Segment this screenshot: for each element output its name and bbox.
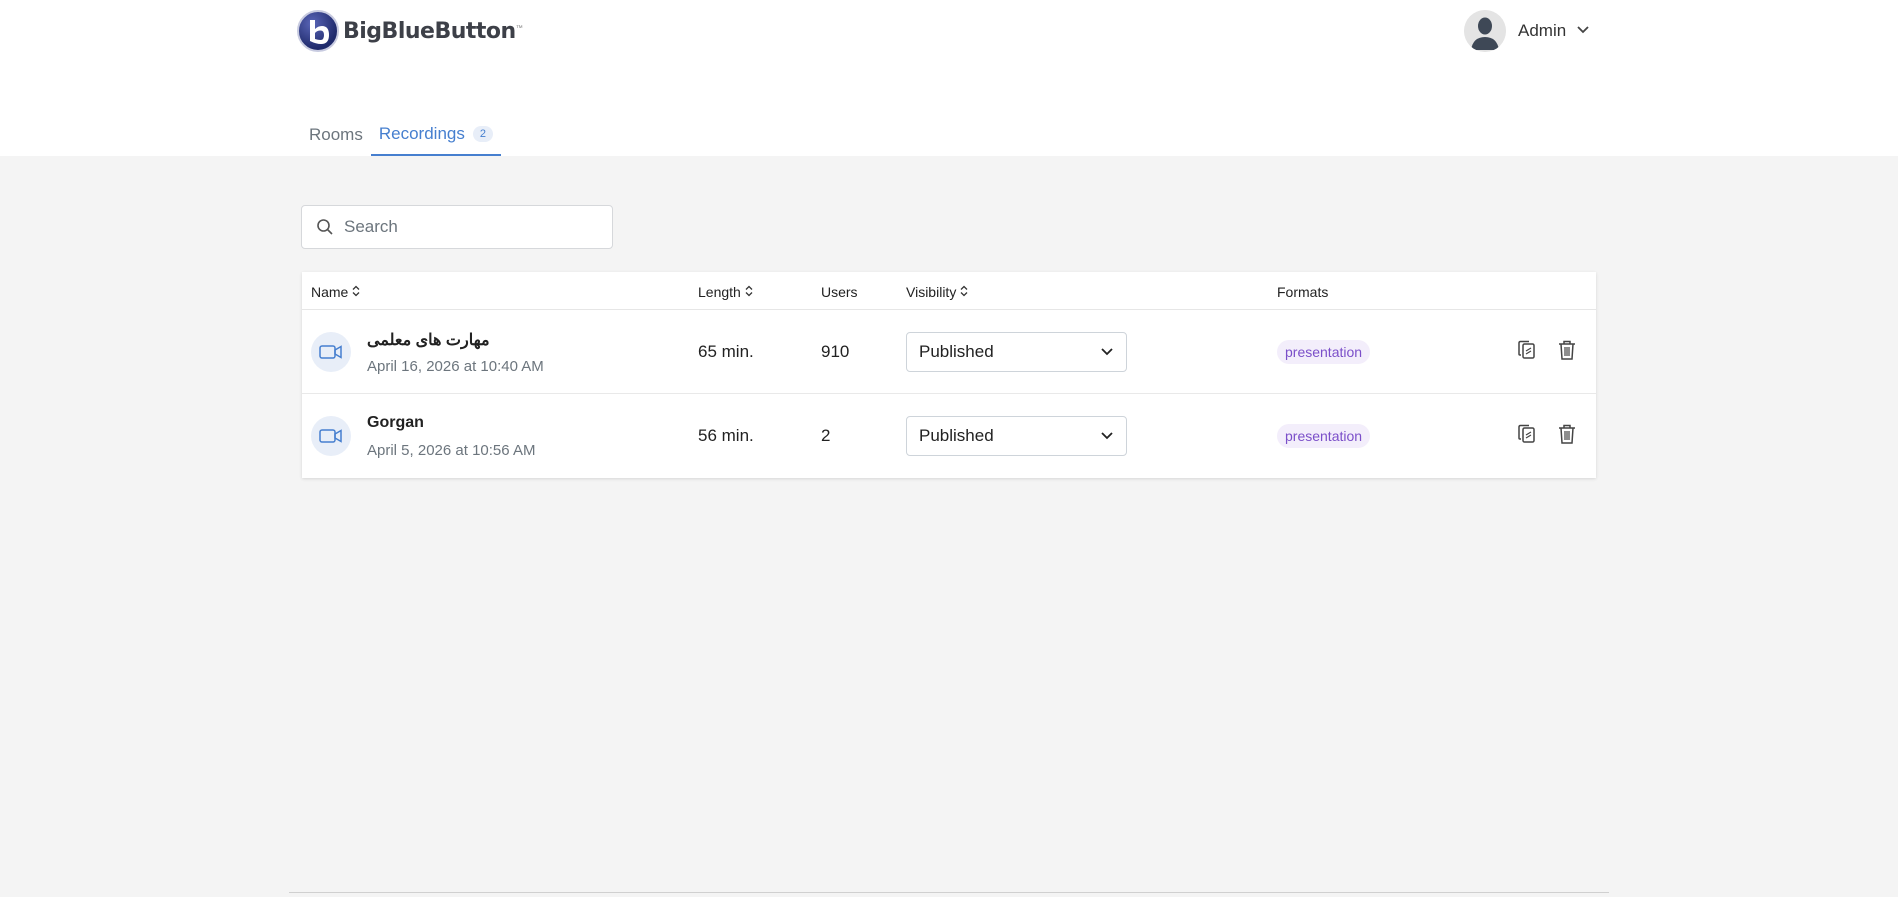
chevron-down-icon — [1100, 426, 1114, 446]
sort-icon — [745, 284, 753, 300]
tab-recordings[interactable]: Recordings 2 — [370, 118, 501, 156]
recordings-table: Name Length Users Visibility Formats مها… — [302, 272, 1596, 478]
table-row: مهارت های معلمی April 16, 2026 at 10:40 … — [302, 310, 1596, 394]
column-header-formats: Formats — [1277, 284, 1328, 300]
user-avatar-icon — [1464, 10, 1506, 52]
visibility-select[interactable]: Published — [906, 416, 1127, 456]
copy-button[interactable] — [1514, 338, 1540, 366]
column-name-label: Name — [311, 284, 349, 300]
recordings-count-badge: 2 — [472, 126, 493, 142]
tab-rooms-label: Rooms — [309, 125, 363, 144]
logo-text: BigBlueButton — [343, 18, 516, 44]
column-formats-label: Formats — [1277, 284, 1329, 300]
copy-icon — [1517, 423, 1537, 450]
trash-icon — [1557, 423, 1577, 450]
column-visibility-label: Visibility — [906, 284, 957, 300]
column-users-label: Users — [821, 284, 858, 300]
recording-length: 56 min. — [698, 426, 754, 445]
top-header: BigBlueButton ™ Admin Rooms Recordings 2 — [0, 0, 1898, 156]
tab-rooms[interactable]: Rooms — [301, 118, 371, 156]
app-logo[interactable]: BigBlueButton ™ — [297, 10, 523, 52]
sort-icon — [960, 284, 968, 300]
delete-button[interactable] — [1554, 338, 1580, 366]
column-header-users: Users — [821, 284, 858, 300]
column-header-length[interactable]: Length — [698, 284, 753, 300]
tab-recordings-label: Recordings — [378, 124, 465, 143]
user-menu[interactable]: Admin — [1464, 10, 1590, 52]
copy-button[interactable] — [1514, 422, 1540, 450]
visibility-value: Published — [919, 426, 994, 445]
logo-trademark: ™ — [515, 24, 523, 32]
column-header-visibility[interactable]: Visibility — [906, 284, 968, 300]
recording-date: April 16, 2026 at 10:40 AM — [367, 358, 544, 375]
search-box[interactable] — [301, 205, 613, 249]
sort-icon — [352, 284, 360, 300]
copy-icon — [1517, 339, 1537, 366]
search-input[interactable] — [344, 217, 604, 237]
tabs: Rooms Recordings 2 — [301, 118, 501, 156]
recording-users: 2 — [821, 426, 831, 445]
chevron-down-icon — [1100, 342, 1114, 362]
table-header: Name Length Users Visibility Formats — [302, 272, 1596, 310]
delete-button[interactable] — [1554, 422, 1580, 450]
visibility-select[interactable]: Published — [906, 332, 1127, 372]
bigbluebutton-logo-icon — [297, 10, 339, 52]
format-badge[interactable]: presentation — [1277, 424, 1371, 448]
column-length-label: Length — [698, 284, 741, 300]
recording-date: April 5, 2026 at 10:56 AM — [367, 442, 536, 459]
footer-divider — [289, 892, 1609, 893]
search-icon — [316, 218, 334, 236]
table-row: Gorgan April 5, 2026 at 10:56 AM 56 min.… — [302, 394, 1596, 478]
column-header-name[interactable]: Name — [311, 284, 360, 300]
visibility-value: Published — [919, 342, 994, 361]
recording-name[interactable]: Gorgan — [367, 414, 424, 432]
chevron-down-icon — [1576, 22, 1590, 40]
video-icon — [311, 416, 351, 456]
format-badge[interactable]: presentation — [1277, 340, 1371, 364]
user-name: Admin — [1518, 21, 1567, 40]
recording-length: 65 min. — [698, 342, 754, 361]
trash-icon — [1557, 339, 1577, 366]
recording-users: 910 — [821, 342, 850, 361]
video-icon — [311, 332, 351, 372]
recording-name[interactable]: مهارت های معلمی — [367, 330, 490, 350]
